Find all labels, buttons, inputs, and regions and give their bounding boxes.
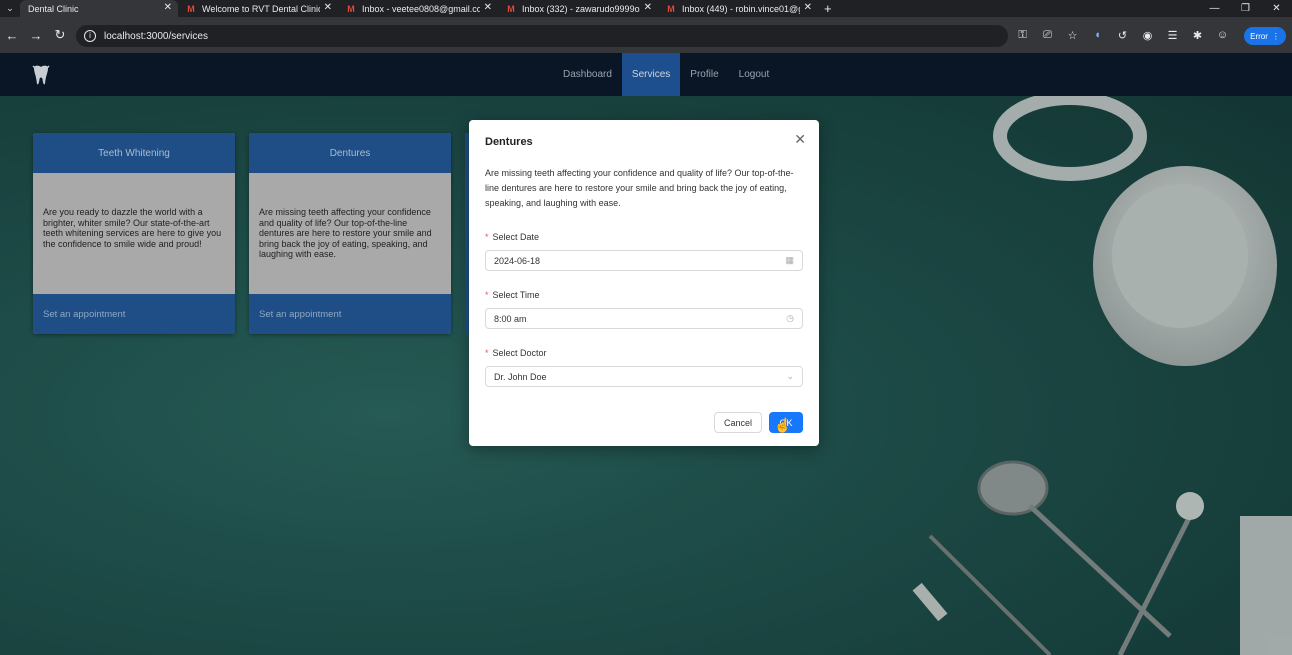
extension-new-icon[interactable]: ☰ <box>1160 29 1185 42</box>
doctor-label: * Select Doctor <box>485 348 547 358</box>
calendar-icon: ▦ <box>785 255 794 265</box>
clock-icon: ◷ <box>786 313 794 323</box>
modal-title: Dentures <box>485 136 533 148</box>
required-marker: * <box>485 348 489 358</box>
doctor-value: Dr. John Doe <box>494 371 547 382</box>
card-title: Teeth Whitening <box>33 133 235 173</box>
minimize-icon[interactable]: — <box>1199 3 1230 14</box>
forward-icon[interactable]: → <box>24 28 48 43</box>
doctor-select[interactable]: Dr. John Doe ⌄ <box>485 366 803 387</box>
close-tab-icon[interactable]: ✕ <box>484 2 492 13</box>
extensions-puzzle-icon[interactable]: ✱ <box>1185 29 1210 42</box>
close-tab-icon[interactable]: ✕ <box>644 2 652 13</box>
close-tab-icon[interactable]: ✕ <box>324 2 332 13</box>
tab-title: Dental Clinic <box>28 3 79 14</box>
profile-avatar-icon[interactable]: ☺ <box>1210 29 1235 41</box>
card-title: Dentures <box>249 133 451 173</box>
nav-dashboard[interactable]: Dashboard <box>553 53 622 96</box>
service-card-dentures: Dentures Are missing teeth affecting you… <box>249 133 451 334</box>
time-label: * Select Time <box>485 290 540 300</box>
close-icon[interactable]: ✕ <box>794 131 806 148</box>
browser-tab[interactable]: M Inbox (449) - robin.vince01@gm ✕ <box>658 0 818 17</box>
required-marker: * <box>485 232 489 242</box>
browser-tab-bar: ⌄ ▣ Dental Clinic ✕ M Welcome to RVT Den… <box>0 0 1292 17</box>
card-description: Are you ready to dazzle the world with a… <box>33 173 235 294</box>
date-picker-input[interactable]: 2024-06-18 ▦ <box>485 250 803 271</box>
nav-links: Dashboard Services Profile Logout <box>553 53 779 96</box>
close-tab-icon[interactable]: ✕ <box>164 2 172 13</box>
site-info-icon[interactable]: i <box>84 30 96 42</box>
error-button[interactable]: Error ⋮ <box>1244 27 1286 45</box>
card-description: Are missing teeth affecting your confide… <box>249 173 451 294</box>
service-card-teeth-whitening: Teeth Whitening Are you ready to dazzle … <box>33 133 235 334</box>
date-value: 2024-06-18 <box>494 255 541 266</box>
time-picker-input[interactable]: 8:00 am ◷ <box>485 308 803 329</box>
browser-tab[interactable]: M Inbox - veetee0808@gmail.com ✕ <box>338 0 498 17</box>
browser-tab[interactable]: M Welcome to RVT Dental Clinic ✕ <box>178 0 338 17</box>
time-value: 8:00 am <box>494 313 527 324</box>
window-controls: — ❐ ✕ <box>1199 0 1292 17</box>
address-bar[interactable]: i localhost:3000/services <box>76 25 1008 47</box>
tab-title: Inbox (449) - robin.vince01@gm <box>682 3 800 14</box>
gmail-icon: M <box>187 3 195 14</box>
appointment-modal: Dentures ✕ Are missing teeth affecting y… <box>469 120 819 446</box>
nav-services[interactable]: Services <box>621 53 681 96</box>
chevron-down-icon: ⌄ <box>786 371 794 381</box>
mouse-pointer-icon: ☝ <box>774 417 792 433</box>
browser-extensions: ⚿ ⎚ ☆ ◖ ↺ ◉ ☰ ✱ ☺ <box>1010 17 1235 53</box>
error-label: Error <box>1250 31 1268 41</box>
more-menu-icon: ⋮ <box>1271 31 1280 41</box>
cancel-button[interactable]: Cancel <box>714 412 762 433</box>
tab-title: Welcome to RVT Dental Clinic <box>202 3 320 14</box>
extension-audio-icon[interactable]: ◖ <box>1085 29 1110 41</box>
close-window-icon[interactable]: ✕ <box>1261 3 1292 14</box>
url-text: localhost:3000/services <box>104 30 208 42</box>
set-appointment-button[interactable]: Set an appointment <box>249 294 451 334</box>
nav-profile[interactable]: Profile <box>680 53 728 96</box>
gmail-icon: M <box>667 3 675 14</box>
restore-icon[interactable]: ❐ <box>1230 3 1261 14</box>
modal-description: Are missing teeth affecting your confide… <box>485 168 794 208</box>
nav-logout[interactable]: Logout <box>729 53 780 96</box>
reload-icon[interactable]: ↻ <box>48 27 72 43</box>
back-icon[interactable]: ← <box>0 28 24 43</box>
gmail-icon: M <box>347 3 355 14</box>
tab-title: Inbox - veetee0808@gmail.com <box>362 3 480 14</box>
tab-title: Inbox (332) - zawarudo9999ora <box>522 3 640 14</box>
extension-shield-icon[interactable]: ◉ <box>1135 29 1160 42</box>
bookmark-star-icon[interactable]: ☆ <box>1060 29 1085 42</box>
browser-tab[interactable]: ▣ Dental Clinic ✕ <box>20 0 178 17</box>
tooth-logo-icon[interactable] <box>30 64 52 86</box>
browser-tab[interactable]: M Inbox (332) - zawarudo9999ora ✕ <box>498 0 658 17</box>
new-tab-icon[interactable]: + <box>824 1 832 16</box>
password-key-icon[interactable]: ⚿ <box>1010 29 1035 42</box>
extension-refresh-icon[interactable]: ↺ <box>1110 29 1135 42</box>
close-tab-icon[interactable]: ✕ <box>804 2 812 13</box>
set-appointment-button[interactable]: Set an appointment <box>33 294 235 334</box>
gmail-icon: M <box>507 3 515 14</box>
tab-search-icon[interactable]: ⌄ <box>0 0 20 17</box>
top-navbar: Dashboard Services Profile Logout <box>0 53 1292 96</box>
required-marker: * <box>485 290 489 300</box>
install-app-icon[interactable]: ⎚ <box>1035 29 1060 42</box>
date-label: * Select Date <box>485 232 540 242</box>
